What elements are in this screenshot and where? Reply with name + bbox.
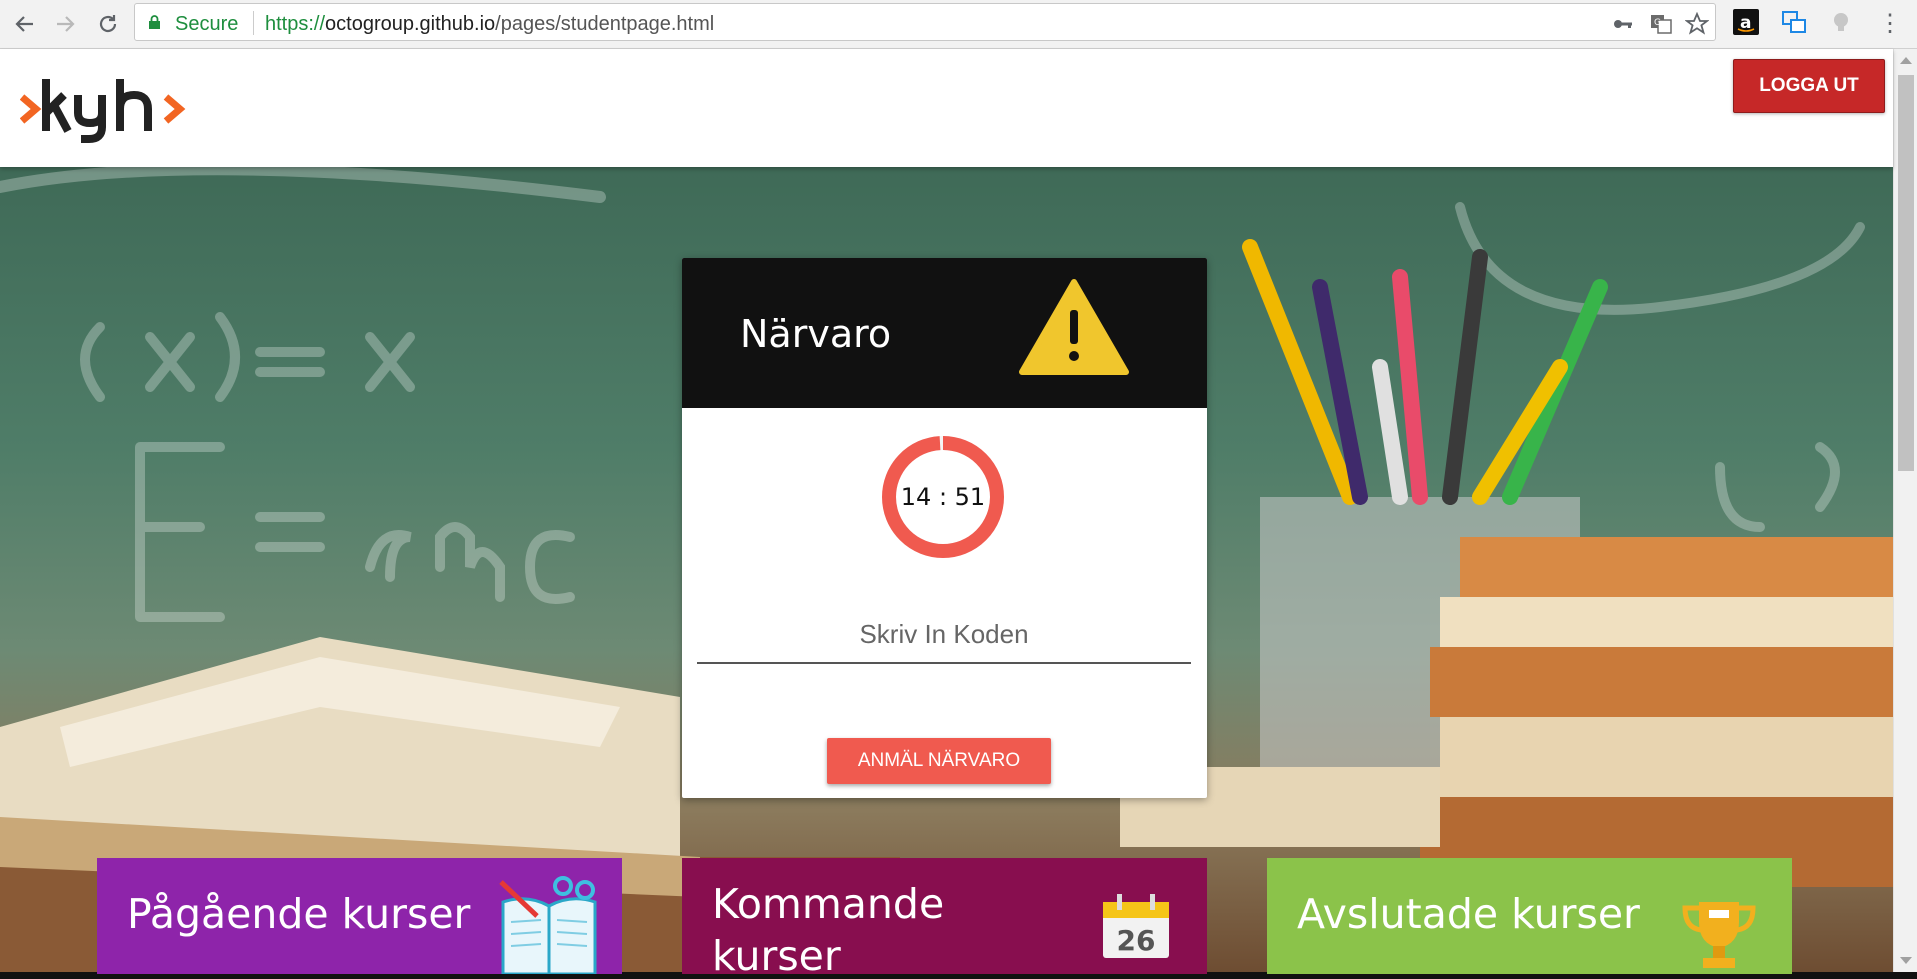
menu-dots-icon[interactable]: ⋮ [1878,8,1902,40]
translate-icon[interactable]: G [1649,12,1673,36]
svg-text:G: G [1654,18,1661,28]
scroll-up-arrow-icon[interactable] [1900,57,1912,64]
trophy-icon [1682,902,1756,968]
scroll-thumb[interactable] [1898,75,1914,471]
tile-ongoing-label: Pågående kurser [127,890,471,938]
tile-upcoming-label: Kommande kurser [712,880,945,974]
page-scrollbar[interactable] [1893,49,1917,972]
reload-icon[interactable] [92,8,124,40]
address-bar[interactable]: Secure https://octogroup.github.io/pages… [134,3,1716,41]
url-text[interactable]: https://octogroup.github.io/pages/studen… [265,13,714,36]
attendance-card-header: Närvaro [682,258,1207,408]
amazon-extension-icon[interactable]: a [1733,9,1759,35]
svg-text:26: 26 [1117,924,1156,957]
secure-label: Secure [175,13,239,35]
attendance-card: Närvaro 14 : 51 ANMÄL NÄRVARO [682,258,1207,798]
back-arrow-icon[interactable] [8,8,40,40]
bulb-extension-icon[interactable] [1828,9,1854,35]
tile-completed-label: Avslutade kurser [1297,890,1640,938]
key-icon[interactable] [1611,12,1635,36]
countdown-timer: 14 : 51 [900,483,986,511]
bookmark-star-icon[interactable] [1684,11,1710,36]
forward-arrow-icon[interactable] [50,8,82,40]
lock-icon [149,15,160,29]
attendance-title: Närvaro [740,312,892,356]
site-header: LOGGA UT [0,49,1893,167]
scroll-down-arrow-icon[interactable] [1900,957,1912,964]
kyh-logo[interactable] [20,73,198,145]
window-extension-icon[interactable] [1781,9,1807,35]
open-book-icon [499,876,597,974]
warning-icon [1019,279,1129,375]
url-divider [253,11,254,35]
calendar-icon: 26 [1103,894,1169,958]
attendance-code-input[interactable] [697,606,1191,664]
tile-upcoming-courses[interactable]: Kommande kurser 26 [682,858,1207,974]
tile-ongoing-courses[interactable]: Pågående kurser [97,858,622,974]
logout-button[interactable]: LOGGA UT [1733,59,1885,113]
tile-completed-courses[interactable]: Avslutade kurser [1267,858,1792,974]
register-attendance-button[interactable]: ANMÄL NÄRVARO [827,738,1051,784]
browser-toolbar: Secure https://octogroup.github.io/pages… [0,0,1917,49]
